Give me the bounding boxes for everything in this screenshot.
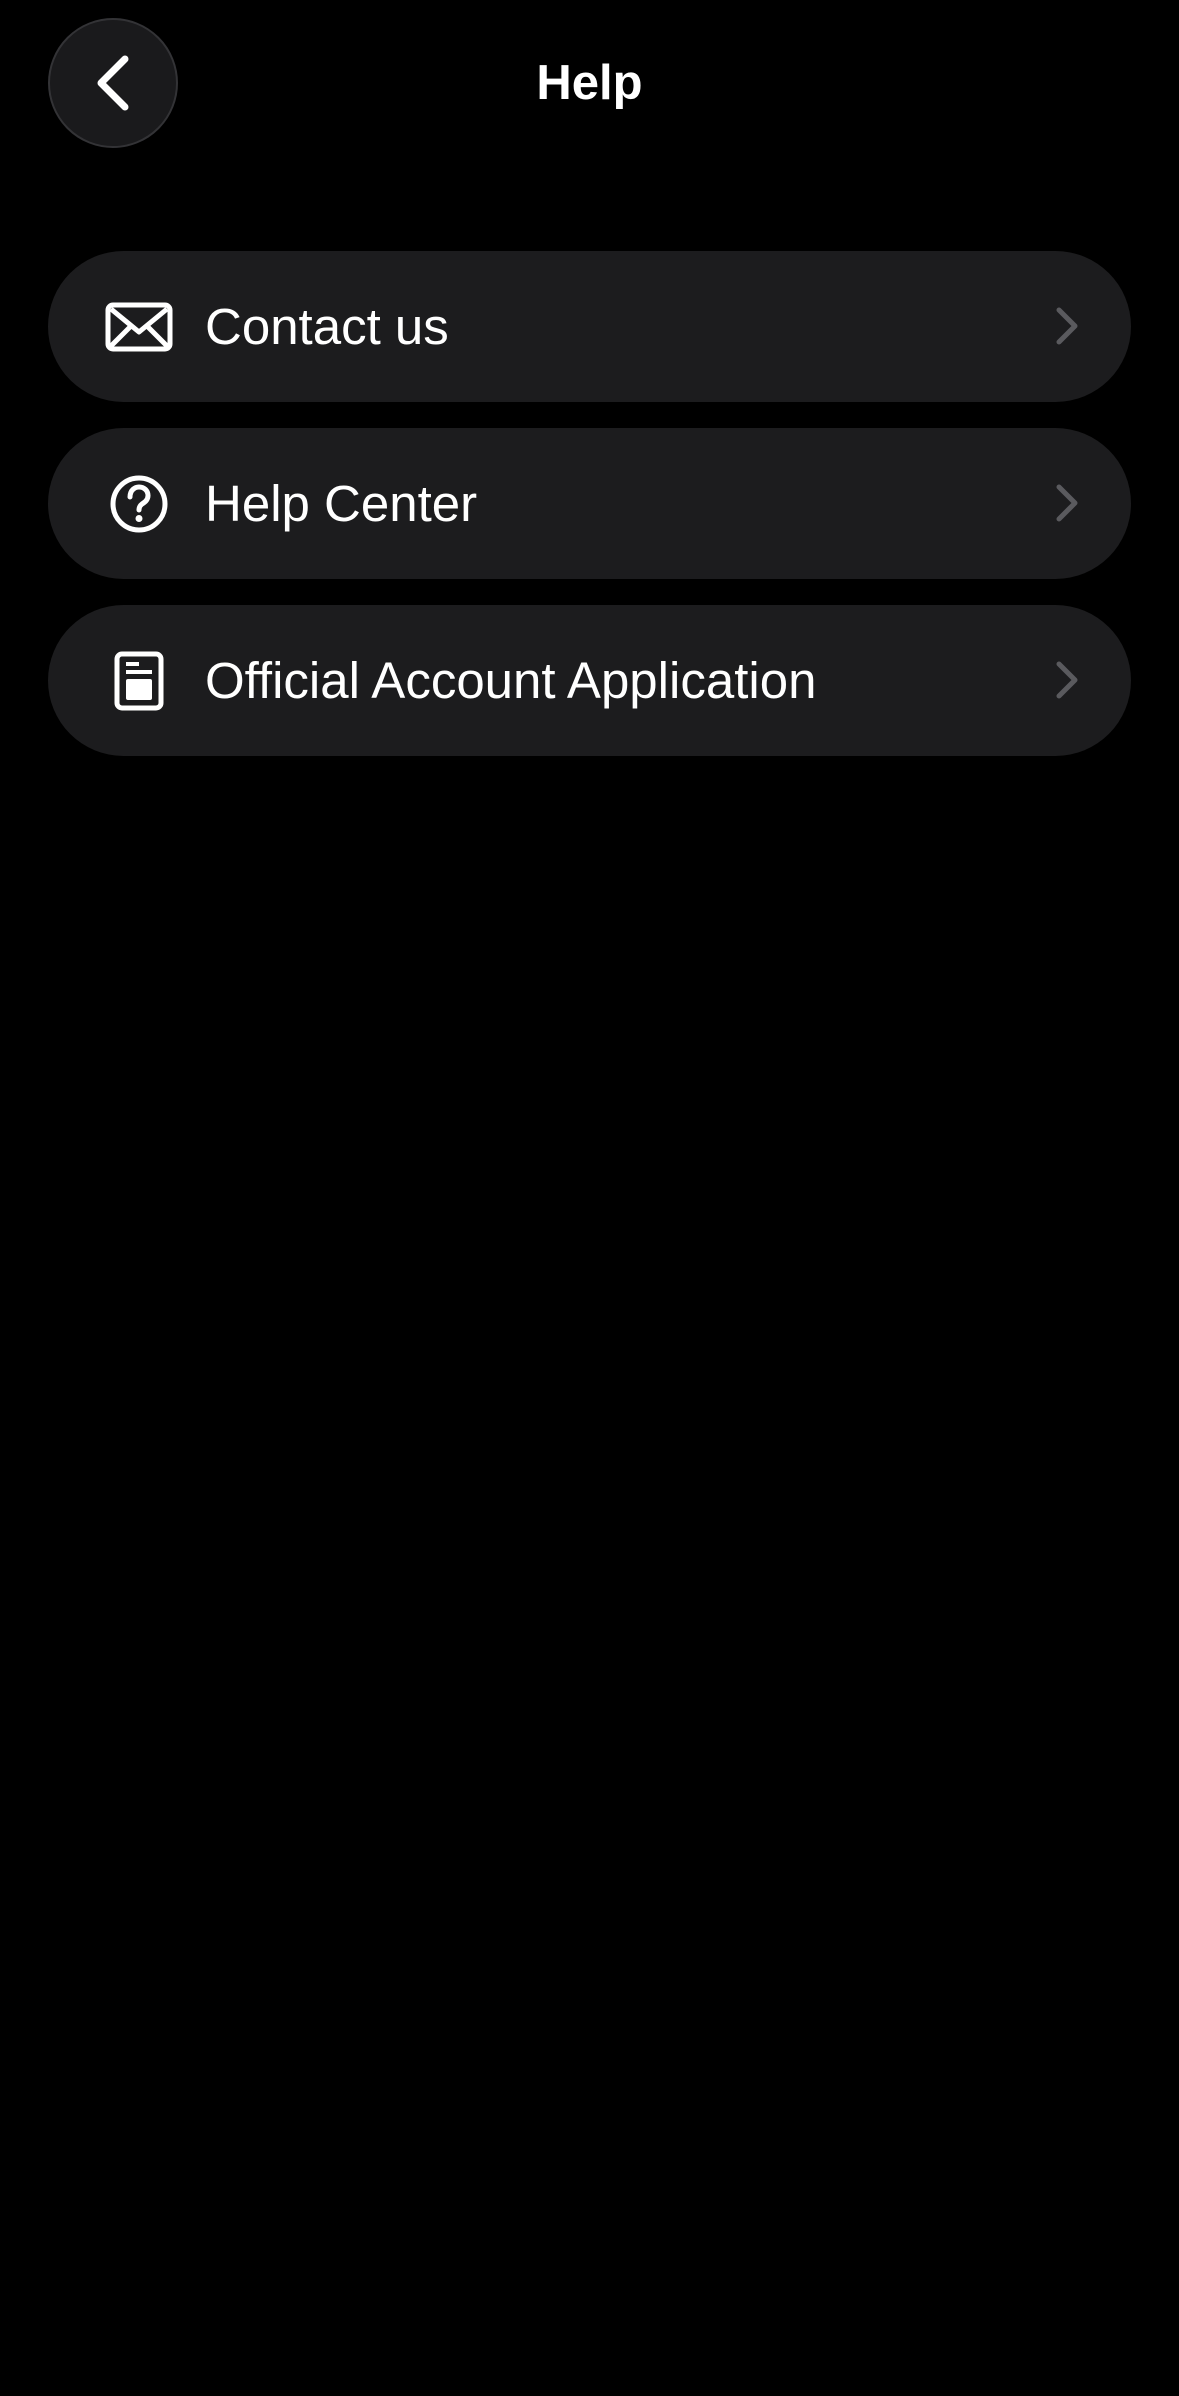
chevron-right-icon	[1047, 483, 1087, 523]
chevron-right-icon	[1047, 306, 1087, 346]
chevron-right-icon	[1047, 660, 1087, 700]
menu-item-label: Contact us	[205, 298, 449, 355]
menu-item-official-account-application[interactable]: Official Account Application	[48, 605, 1131, 756]
menu-item-contact-us[interactable]: Contact us	[48, 251, 1131, 402]
page-title: Help	[536, 56, 643, 110]
menu-item-label: Help Center	[205, 475, 478, 532]
document-icon	[103, 645, 175, 717]
envelope-icon	[103, 291, 175, 363]
help-menu-list: Contact us Help Center Official Account …	[48, 251, 1131, 782]
menu-item-help-center[interactable]: Help Center	[48, 428, 1131, 579]
header: Help	[0, 0, 1179, 170]
menu-item-label: Official Account Application	[205, 652, 817, 709]
question-circle-icon	[103, 468, 175, 540]
